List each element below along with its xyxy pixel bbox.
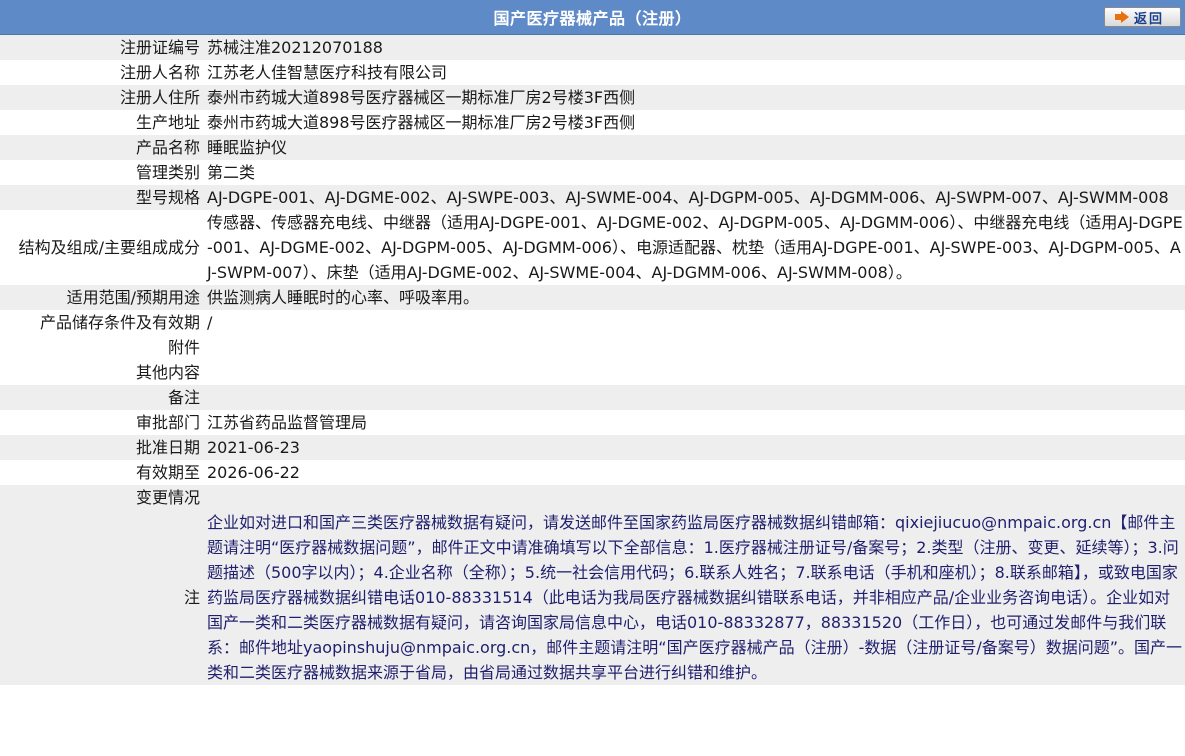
detail-table: 注册证编号 苏械注准20212070188 注册人名称 江苏老人佳智慧医疗科技有… [0,35,1185,685]
table-row: 产品储存条件及有效期 / [0,310,1185,335]
field-value: / [204,310,1185,335]
arrow-right-icon [1114,11,1129,23]
table-row: 注册人住所 泰州市药城大道898号医疗器械区一期标准厂房2号楼3F西侧 [0,85,1185,110]
table-row: 型号规格 AJ-DGPE-001、AJ-DGME-002、AJ-SWPE-003… [0,185,1185,210]
table-row: 其他内容 [0,360,1185,385]
table-row-note: 注 企业如对进口和国产三类医疗器械数据有疑问，请发送邮件至国家药监局医疗器械数据… [0,510,1185,685]
field-label: 审批部门 [0,410,204,435]
table-row: 产品名称 睡眠监护仪 [0,135,1185,160]
field-value: 2026-06-22 [204,460,1185,485]
table-row: 审批部门 江苏省药品监督管理局 [0,410,1185,435]
table-row: 有效期至 2026-06-22 [0,460,1185,485]
back-button[interactable]: 返回 [1104,7,1181,27]
field-label: 其他内容 [0,360,204,385]
field-label: 管理类别 [0,160,204,185]
table-row: 注册证编号 苏械注准20212070188 [0,35,1185,60]
page-title: 国产医疗器械产品（注册） [493,9,692,28]
back-button-label: 返回 [1133,11,1164,27]
field-label: 生产地址 [0,110,204,135]
field-value: 传感器、传感器充电线、中继器（适用AJ-DGPE-001、AJ-DGME-002… [204,210,1185,285]
table-row: 结构及组成/主要组成成分 传感器、传感器充电线、中继器（适用AJ-DGPE-00… [0,210,1185,285]
table-row: 适用范围/预期用途 供监测病人睡眠时的心率、呼吸率用。 [0,285,1185,310]
table-row: 附件 [0,335,1185,360]
field-value [204,485,1185,510]
field-label: 产品储存条件及有效期 [0,310,204,335]
page-header: 国产医疗器械产品（注册） 返回 [0,0,1185,35]
field-value: 2021-06-23 [204,435,1185,460]
table-row: 批准日期 2021-06-23 [0,435,1185,460]
field-label: 适用范围/预期用途 [0,285,204,310]
field-label: 结构及组成/主要组成成分 [0,210,204,285]
table-row: 生产地址 泰州市药城大道898号医疗器械区一期标准厂房2号楼3F西侧 [0,110,1185,135]
field-value: 泰州市药城大道898号医疗器械区一期标准厂房2号楼3F西侧 [204,110,1185,135]
field-value: 江苏省药品监督管理局 [204,410,1185,435]
field-value: 泰州市药城大道898号医疗器械区一期标准厂房2号楼3F西侧 [204,85,1185,110]
field-value [204,385,1185,410]
field-label: 型号规格 [0,185,204,210]
field-label: 备注 [0,385,204,410]
table-row: 管理类别 第二类 [0,160,1185,185]
field-value: 第二类 [204,160,1185,185]
field-label: 有效期至 [0,460,204,485]
note-text: 企业如对进口和国产三类医疗器械数据有疑问，请发送邮件至国家药监局医疗器械数据纠错… [204,510,1185,685]
field-value: AJ-DGPE-001、AJ-DGME-002、AJ-SWPE-003、AJ-S… [204,185,1185,210]
note-label: 注 [0,510,204,685]
field-value: 江苏老人佳智慧医疗科技有限公司 [204,60,1185,85]
field-value: 睡眠监护仪 [204,135,1185,160]
field-label: 注册人住所 [0,85,204,110]
field-value: 供监测病人睡眠时的心率、呼吸率用。 [204,285,1185,310]
table-row: 注册人名称 江苏老人佳智慧医疗科技有限公司 [0,60,1185,85]
field-label: 批准日期 [0,435,204,460]
field-label: 附件 [0,335,204,360]
field-label: 变更情况 [0,485,204,510]
field-value [204,335,1185,360]
field-value: 苏械注准20212070188 [204,35,1185,60]
table-row: 备注 [0,385,1185,410]
field-label: 注册人名称 [0,60,204,85]
field-label: 产品名称 [0,135,204,160]
field-label: 注册证编号 [0,35,204,60]
table-row: 变更情况 [0,485,1185,510]
field-value [204,360,1185,385]
